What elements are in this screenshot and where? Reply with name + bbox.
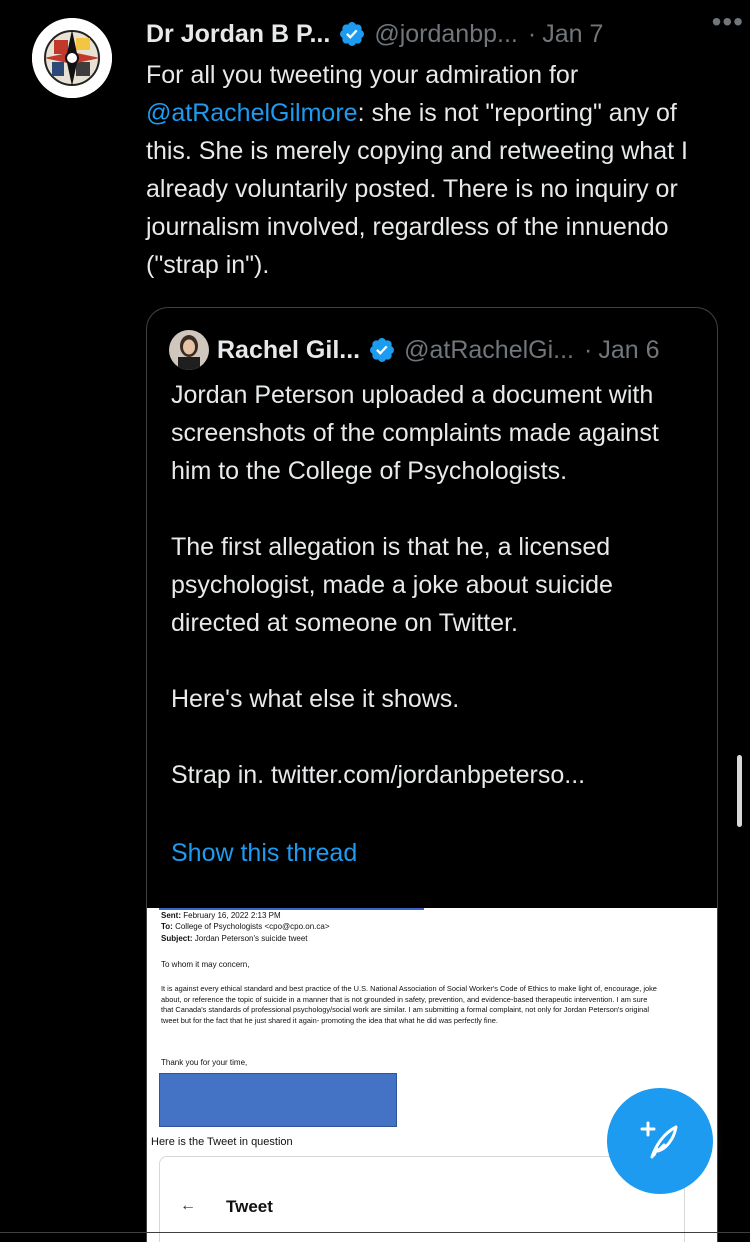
email-subject-line: Subject: Jordan Peterson's suicide tweet bbox=[161, 934, 308, 944]
email-to-value: College of Psychologists <cpo@cpo.on.ca> bbox=[175, 922, 330, 931]
embedded-tweet-screenshot: ← Tweet bbox=[159, 1156, 685, 1242]
bottom-divider bbox=[0, 1232, 750, 1233]
quoted-tweet-date: Jan 6 bbox=[598, 335, 660, 364]
verified-badge-icon bbox=[338, 20, 366, 48]
author-handle[interactable]: @jordanbp... bbox=[374, 20, 518, 49]
mention-link[interactable]: @atRachelGilmore bbox=[146, 99, 358, 127]
verified-badge-icon bbox=[368, 336, 396, 364]
email-sent-label: Sent: bbox=[161, 911, 181, 920]
email-sent-line: Sent: February 16, 2022 2:13 PM bbox=[161, 911, 281, 921]
email-subject-value: Jordan Peterson's suicide tweet bbox=[194, 934, 308, 943]
tweet-in-question-label: Here is the Tweet in question bbox=[151, 1136, 293, 1148]
email-to-label: To: bbox=[161, 922, 173, 931]
embedded-tweet-title: Tweet bbox=[226, 1197, 273, 1216]
back-arrow-icon: ← bbox=[180, 1197, 196, 1214]
email-greeting: To whom it may concern, bbox=[161, 960, 250, 969]
author-avatar-image bbox=[32, 18, 112, 98]
author-avatar[interactable] bbox=[32, 18, 112, 98]
quoted-author-avatar-image bbox=[169, 330, 209, 370]
separator-dot: · bbox=[584, 335, 593, 364]
tweet-text-start: For all you tweeting your admiration for bbox=[146, 61, 579, 89]
email-to-line: To: College of Psychologists <cpo@cpo.on… bbox=[161, 922, 330, 932]
email-closing: Thank you for your time, bbox=[161, 1058, 248, 1067]
email-body: It is against every ethical standard and… bbox=[161, 984, 657, 1025]
scrollbar-thumb[interactable] bbox=[737, 755, 742, 827]
tweet-text: For all you tweeting your admiration for… bbox=[146, 56, 726, 284]
attached-document-image[interactable]: Sent: February 16, 2022 2:13 PM To: Coll… bbox=[147, 908, 717, 1242]
quoted-paragraph: Here's what else it shows. bbox=[171, 685, 460, 713]
quoted-paragraph: The first allegation is that he, a licen… bbox=[171, 533, 613, 637]
compose-tweet-button[interactable] bbox=[607, 1088, 713, 1194]
show-thread-link[interactable]: Show this thread bbox=[171, 839, 357, 868]
document-divider bbox=[159, 908, 424, 910]
more-icon[interactable]: ••• bbox=[712, 6, 744, 38]
tweet-date[interactable]: Jan 7 bbox=[542, 20, 603, 49]
quoted-tweet-text: Jordan Peterson uploaded a document with… bbox=[171, 376, 701, 794]
quoted-author-handle: @atRachelGi... bbox=[404, 335, 574, 364]
quoted-author-avatar bbox=[169, 330, 209, 370]
quoted-author-name: Rachel Gil... bbox=[217, 335, 361, 364]
quoted-tweet-header: Rachel Gil... @atRachelGi... · Jan 6 bbox=[169, 330, 699, 370]
quoted-paragraph: Strap in. twitter.com/jordanbpeterso... bbox=[171, 761, 586, 789]
separator-dot: · bbox=[527, 19, 537, 48]
compose-tweet-icon bbox=[640, 1121, 678, 1159]
redacted-signature-block bbox=[159, 1073, 397, 1127]
quoted-paragraph: Jordan Peterson uploaded a document with… bbox=[171, 381, 659, 485]
email-sent-value: February 16, 2022 2:13 PM bbox=[183, 911, 281, 920]
tweet-header: Dr Jordan B P... @jordanbp... · Jan 7 bbox=[146, 14, 731, 54]
email-subject-label: Subject: bbox=[161, 934, 193, 943]
author-name[interactable]: Dr Jordan B P... bbox=[146, 20, 330, 49]
